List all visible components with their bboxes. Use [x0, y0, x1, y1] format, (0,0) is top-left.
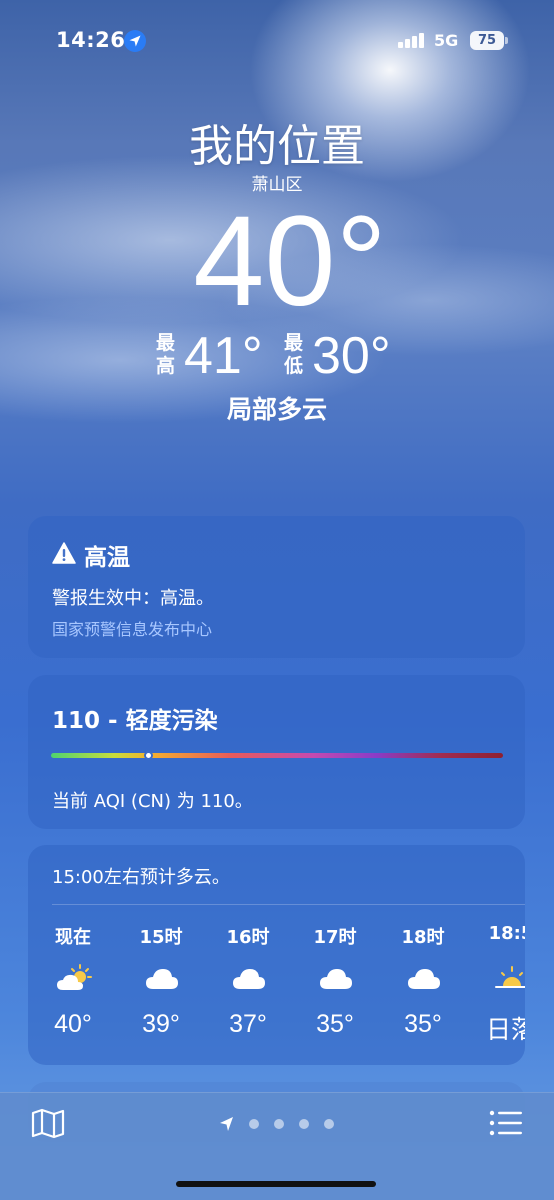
hourly-forecast-card[interactable]: 15:00左右预计多云。 现在 40° 15时 39° 16时 37° 17时 … — [28, 845, 525, 1065]
hour-item: 18:5 日落 — [476, 845, 525, 1065]
page-indicator[interactable] — [218, 1115, 338, 1133]
low-temperature: 30° — [312, 327, 391, 385]
hourly-forecast-list[interactable]: 现在 40° 15时 39° 16时 37° 17时 35° 18时 35° 1… — [28, 845, 525, 1065]
alert-body: 警报生效中：高温。 — [52, 588, 214, 609]
hour-temp: 35° — [316, 1010, 354, 1038]
hour-label: 17时 — [313, 927, 357, 948]
cloud-icon — [320, 969, 352, 989]
hour-item: 17时 35° — [300, 845, 370, 1065]
network-type: 5G — [434, 31, 459, 50]
hour-temp: 40° — [54, 1010, 92, 1038]
location-title: 我的位置 — [189, 121, 365, 172]
high-label: 最高 — [156, 332, 176, 377]
hour-temp: 39° — [142, 1010, 180, 1038]
hour-label: 15时 — [139, 927, 183, 948]
hour-label: 18时 — [401, 927, 445, 948]
page-dot[interactable] — [274, 1119, 284, 1129]
status-bar: 14:26 5G 75 — [0, 0, 554, 84]
bottom-toolbar — [0, 1092, 554, 1200]
battery-tip — [505, 37, 508, 44]
hour-item: 18时 35° — [388, 845, 458, 1065]
aqi-description: 当前 AQI (CN) 为 110。 — [52, 791, 253, 812]
home-indicator[interactable] — [176, 1181, 376, 1187]
hour-label: 18:5 — [488, 923, 525, 944]
hour-item: 现在 40° — [38, 845, 108, 1065]
partly-cloudy-icon — [57, 964, 92, 990]
alert-source-link[interactable]: 国家预警信息发布中心 — [52, 616, 212, 640]
location-page-icon[interactable] — [218, 1115, 236, 1133]
aqi-scale-bar — [51, 753, 503, 758]
current-temperature: 40° — [193, 190, 387, 333]
hour-temp: 35° — [404, 1010, 442, 1038]
alert-title: 高温 — [84, 545, 130, 571]
air-quality-card[interactable]: 110 - 轻度污染 当前 AQI (CN) 为 110。 — [28, 675, 525, 829]
warning-icon — [52, 542, 76, 564]
aqi-level-marker — [144, 751, 154, 760]
hour-item: 16时 37° — [213, 845, 283, 1065]
map-icon[interactable] — [30, 1107, 66, 1139]
sunset-icon — [495, 966, 525, 988]
weather-alert-card[interactable]: 高温 警报生效中：高温。 国家预警信息发布中心 — [28, 516, 525, 658]
high-low-temperatures: 最高 41° 最低 30° — [156, 327, 416, 386]
page-dot[interactable] — [299, 1119, 309, 1129]
list-icon[interactable] — [488, 1109, 524, 1137]
cellular-signal-icon — [398, 32, 426, 48]
hour-label: 16时 — [226, 927, 270, 948]
page-dot[interactable] — [249, 1119, 259, 1129]
cloud-icon — [408, 969, 440, 989]
weather-condition: 局部多云 — [226, 395, 327, 424]
hour-temp: 日落 — [485, 1016, 525, 1044]
low-label: 最低 — [284, 332, 304, 377]
hour-temp: 37° — [229, 1010, 267, 1038]
cloud-icon — [233, 969, 265, 989]
hour-item: 15时 39° — [126, 845, 196, 1065]
cloud-icon — [146, 969, 178, 989]
high-temperature: 41° — [184, 327, 263, 385]
status-time: 14:26 — [56, 28, 126, 52]
hour-label: 现在 — [55, 927, 91, 948]
battery-indicator: 75 — [470, 31, 504, 50]
page-dot[interactable] — [324, 1119, 334, 1129]
location-services-icon — [124, 30, 146, 52]
aqi-title: 110 - 轻度污染 — [52, 708, 218, 734]
